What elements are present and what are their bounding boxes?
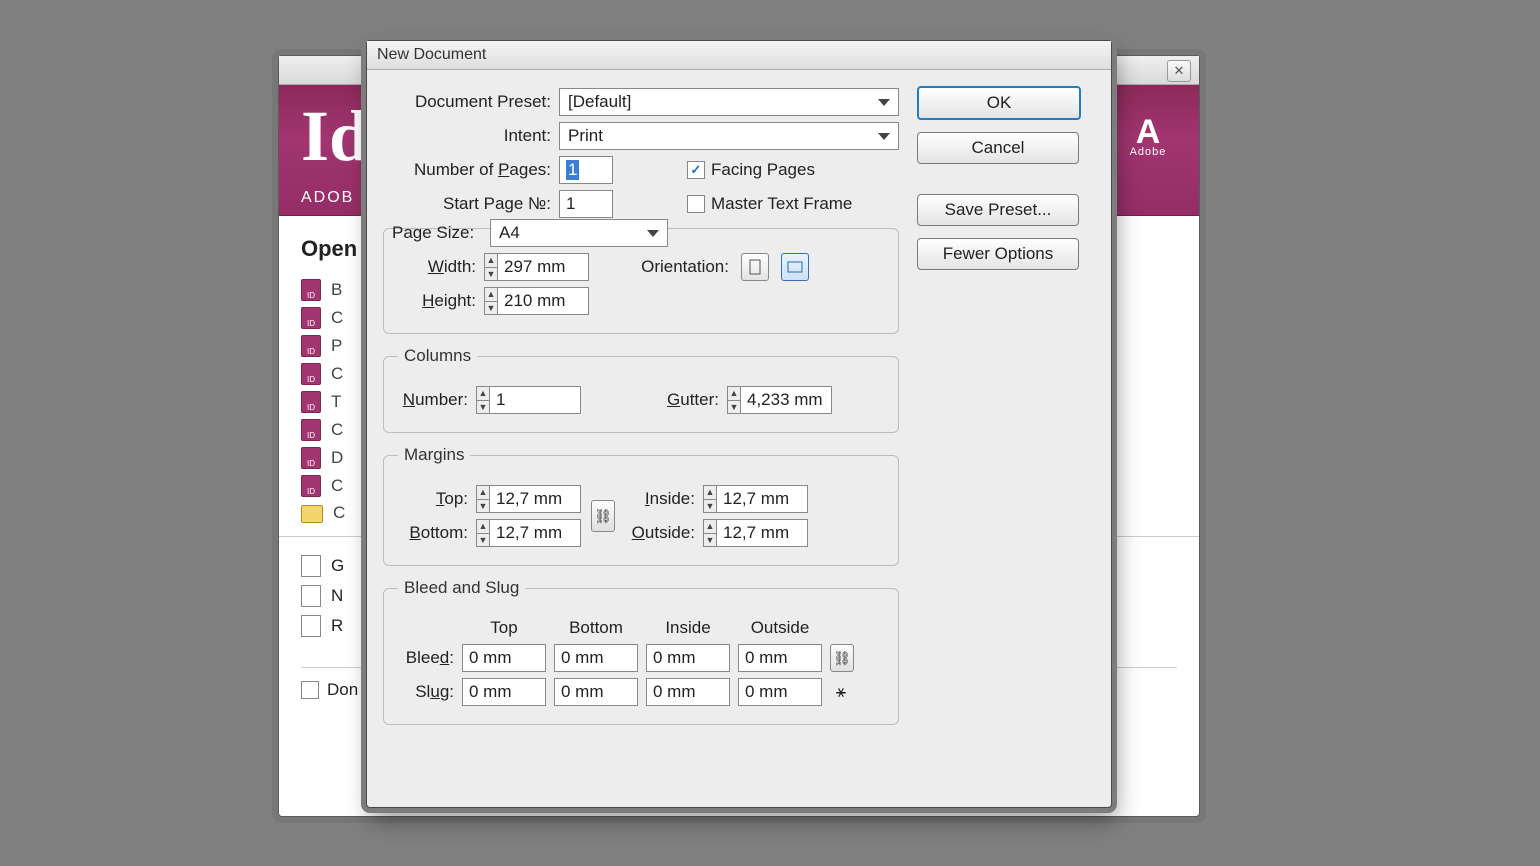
list-item-label: C — [331, 476, 343, 496]
orientation-label: Orientation: — [597, 257, 729, 277]
indesign-file-icon: ID — [301, 335, 321, 357]
link-margins-button[interactable]: ⛓ — [591, 500, 615, 532]
indesign-file-icon: ID — [301, 307, 321, 329]
close-icon[interactable]: ✕ — [1167, 60, 1191, 82]
indesign-file-icon: ID — [301, 363, 321, 385]
width-input[interactable]: ▲▼ 297 mm — [484, 253, 589, 281]
gutter-input[interactable]: ▲▼4,233 mm — [727, 386, 832, 414]
link-bleed-button[interactable]: ⛓ — [830, 644, 854, 672]
list-item-label: C — [333, 503, 345, 523]
indesign-file-icon: ID — [301, 391, 321, 413]
list-item-label: C — [331, 420, 343, 440]
ok-button[interactable]: OK — [917, 86, 1081, 120]
slug-label: Slug: — [398, 682, 454, 702]
width-label: Width: — [398, 257, 476, 277]
brand-text: ADOB — [301, 189, 354, 207]
folder-icon — [301, 505, 323, 523]
chevron-down-icon — [647, 230, 659, 237]
columns-legend: Columns — [398, 346, 477, 366]
indesign-file-icon: ID — [301, 419, 321, 441]
list-item-label: D — [331, 448, 343, 468]
margin-top-input[interactable]: ▲▼12,7 mm — [476, 485, 581, 513]
dont-show-label: Don — [327, 680, 358, 700]
intent-label: Intent: — [383, 126, 551, 146]
margin-inside-label: Inside: — [625, 489, 695, 509]
link-slug-icon[interactable]: ⚹ — [830, 682, 852, 702]
facing-pages-checkbox[interactable]: ✓ — [687, 161, 705, 179]
app-logo: Id — [301, 95, 369, 178]
orientation-portrait-button[interactable] — [741, 253, 769, 281]
head-bottom: Bottom — [554, 618, 638, 638]
document-icon — [301, 555, 321, 577]
indesign-file-icon: ID — [301, 447, 321, 469]
start-page-input[interactable]: 1 — [559, 190, 613, 218]
slug-outside-input[interactable]: 0 mm — [738, 678, 822, 706]
intent-dropdown[interactable]: Print — [559, 122, 899, 150]
margins-legend: Margins — [398, 445, 470, 465]
facing-pages-label: Facing Pages — [711, 160, 815, 180]
slug-bottom-input[interactable]: 0 mm — [554, 678, 638, 706]
master-text-frame-checkbox[interactable] — [687, 195, 705, 213]
head-inside: Inside — [646, 618, 730, 638]
list-item-label: C — [331, 364, 343, 384]
document-preset-dropdown[interactable]: [Default] — [559, 88, 899, 116]
indesign-file-icon: ID — [301, 475, 321, 497]
list-item-label: B — [331, 280, 342, 300]
fewer-options-button[interactable]: Fewer Options — [917, 238, 1079, 270]
slug-inside-input[interactable]: 0 mm — [646, 678, 730, 706]
list-item-label: P — [331, 336, 342, 356]
columns-number-label: Number: — [398, 390, 468, 410]
list-item-label: T — [331, 392, 341, 412]
columns-number-input[interactable]: ▲▼1 — [476, 386, 581, 414]
bleed-inside-input[interactable]: 0 mm — [646, 644, 730, 672]
bleed-label: Bleed: — [398, 648, 454, 668]
adobe-logo: A Adobe — [1125, 113, 1171, 159]
preset-label: Document Preset: — [383, 92, 551, 112]
orientation-landscape-button[interactable] — [781, 253, 809, 281]
head-top: Top — [462, 618, 546, 638]
cancel-button[interactable]: Cancel — [917, 132, 1079, 164]
chevron-down-icon — [878, 99, 890, 106]
document-icon — [301, 615, 321, 637]
page-size-label: Page Size: — [392, 223, 482, 243]
pages-label: Number of Pages: — [383, 160, 551, 180]
gutter-label: Gutter: — [589, 390, 719, 410]
height-label: Height: — [398, 291, 476, 311]
dialog-title: New Document — [377, 46, 486, 64]
save-preset-button[interactable]: Save Preset... — [917, 194, 1079, 226]
height-input[interactable]: ▲▼ 210 mm — [484, 287, 589, 315]
bleed-slug-legend: Bleed and Slug — [398, 578, 525, 598]
list-item-label: C — [331, 308, 343, 328]
margin-outside-label: Outside: — [625, 523, 695, 543]
start-page-label: Start Page №: — [383, 194, 551, 214]
margin-inside-input[interactable]: ▲▼12,7 mm — [703, 485, 808, 513]
bleed-top-input[interactable]: 0 mm — [462, 644, 546, 672]
margin-top-label: Top: — [398, 489, 468, 509]
margin-bottom-label: Bottom: — [398, 523, 468, 543]
head-outside: Outside — [738, 618, 822, 638]
chevron-down-icon — [878, 133, 890, 140]
dialog-titlebar: New Document — [367, 41, 1111, 70]
document-icon — [301, 585, 321, 607]
bleed-outside-input[interactable]: 0 mm — [738, 644, 822, 672]
new-document-dialog: New Document Document Preset: [Default] … — [366, 40, 1112, 808]
master-text-frame-label: Master Text Frame — [711, 194, 852, 214]
indesign-file-icon: ID — [301, 279, 321, 301]
slug-top-input[interactable]: 0 mm — [462, 678, 546, 706]
page-size-dropdown[interactable]: A4 — [490, 219, 668, 247]
bleed-bottom-input[interactable]: 0 mm — [554, 644, 638, 672]
margin-outside-input[interactable]: ▲▼12,7 mm — [703, 519, 808, 547]
margin-bottom-input[interactable]: ▲▼12,7 mm — [476, 519, 581, 547]
dont-show-checkbox[interactable] — [301, 681, 319, 699]
number-of-pages-input[interactable]: 1 — [559, 156, 613, 184]
